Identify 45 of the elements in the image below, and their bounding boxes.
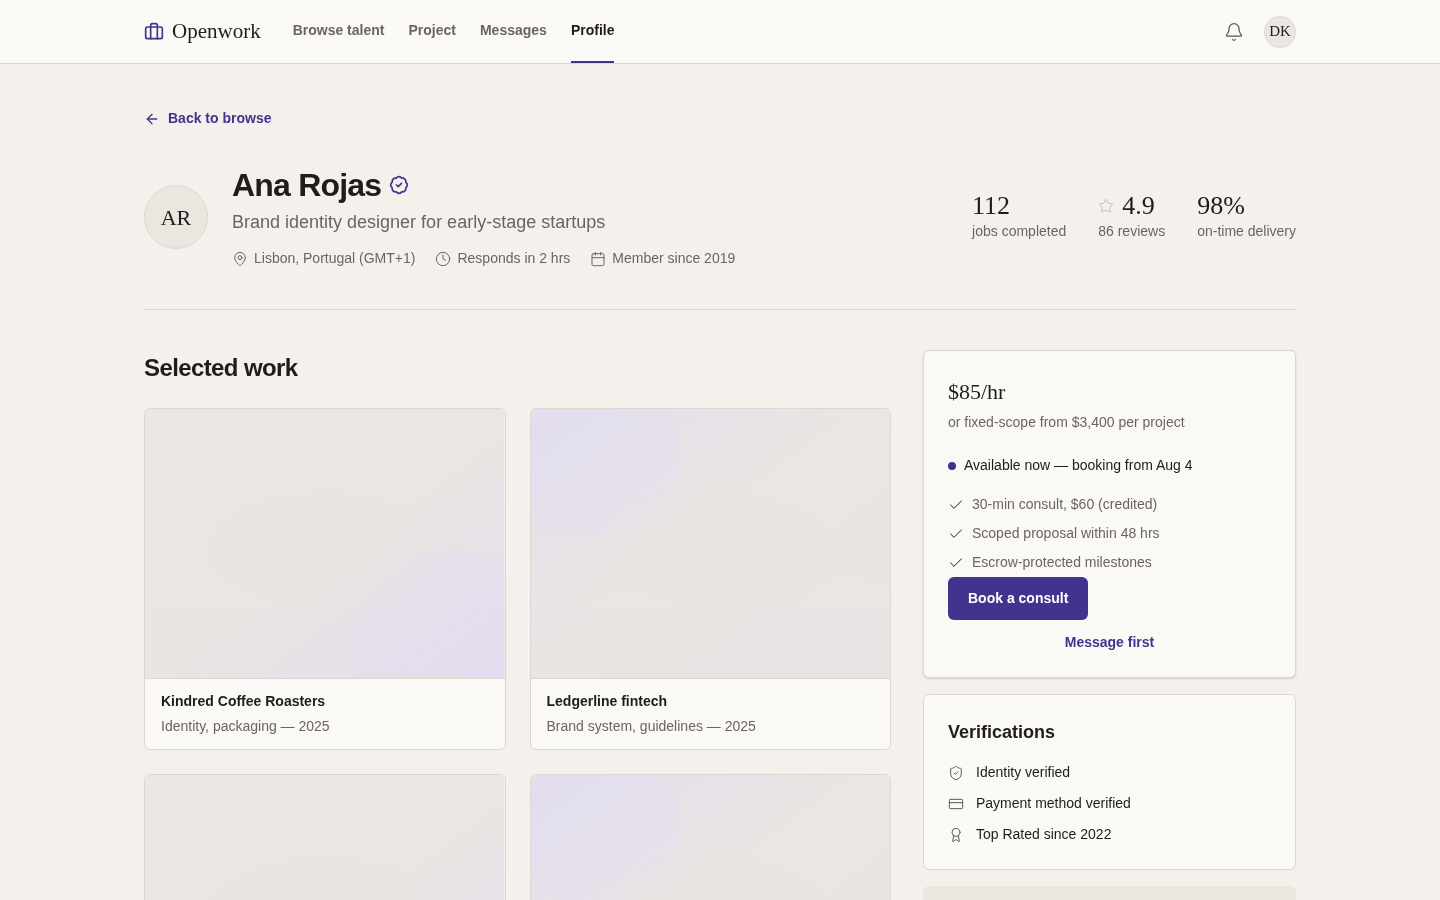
- notification-bell-icon[interactable]: [1224, 21, 1244, 42]
- map-pin-icon: [232, 250, 248, 267]
- feature-text: 30-min consult, $60 (credited): [972, 495, 1158, 514]
- stat-label: 86 reviews: [1098, 222, 1166, 241]
- calendar-icon: [590, 250, 607, 267]
- verification-text: Payment method verified: [976, 794, 1131, 813]
- nav-tab[interactable]: Profile: [570, 0, 615, 63]
- brand-name[interactable]: Openwork: [172, 15, 261, 48]
- work-title: Kindred Coffee Roasters: [161, 692, 327, 711]
- profile-name: Ana Rojas: [232, 166, 382, 205]
- stat-label: on-time delivery: [1197, 222, 1296, 241]
- feature-text: Scoped proposal within 48 hrs: [972, 524, 1160, 543]
- profile-avatar: AR: [144, 185, 208, 249]
- briefcase-icon: [144, 21, 164, 42]
- profile-meta-text: Responds in 2 hrs: [457, 249, 571, 268]
- nav-tab[interactable]: Browse talent: [292, 0, 385, 63]
- work-subtitle: Identity, packaging — 2025: [161, 717, 331, 736]
- work-title: Ledgerline fintech: [546, 692, 669, 711]
- verification-text: Identity verified: [976, 763, 1071, 782]
- work-card[interactable]: Kindred Coffee Roasters Identity, packaging — 2025: [144, 408, 506, 750]
- feature-text: Escrow-protected milestones: [972, 553, 1152, 572]
- stat-value: 112: [972, 191, 1011, 221]
- clock-icon: [435, 250, 452, 267]
- availability-text: Available now — booking from Aug 4: [964, 456, 1193, 475]
- message-first-link[interactable]: Message first: [1064, 632, 1155, 653]
- shield-icon: [948, 764, 964, 781]
- book-consult-button[interactable]: Book a consult: [948, 577, 1089, 620]
- nav-tab[interactable]: Messages: [479, 0, 547, 63]
- work-card[interactable]: Ledgerline fintech Brand system, guidelines — 2025: [529, 408, 891, 750]
- user-avatar[interactable]: DK: [1264, 15, 1296, 48]
- back-link[interactable]: Back to browse: [144, 108, 272, 129]
- section-title: Selected work: [144, 353, 299, 383]
- pricing-note: or fixed-scope from $3,400 per project: [948, 413, 1186, 432]
- stat-value: 98%: [1197, 191, 1245, 221]
- hourly-rate: $85/hr: [948, 378, 1007, 406]
- verification-text: Top Rated since 2022: [976, 825, 1112, 844]
- card-title: Verifications: [948, 721, 1057, 744]
- stat-label: jobs completed: [972, 222, 1067, 241]
- stat-value: 4.9: [1122, 191, 1155, 221]
- profile-headline: Brand identity designer for early-stage startups: [232, 211, 607, 234]
- profile-meta-text: Lisbon, Portugal (GMT+1): [254, 249, 416, 268]
- profile-meta-text: Member since 2019: [612, 249, 736, 268]
- award-icon: [948, 826, 964, 843]
- nav-tab[interactable]: Project: [408, 0, 456, 63]
- work-subtitle: Brand system, guidelines — 2025: [546, 717, 757, 736]
